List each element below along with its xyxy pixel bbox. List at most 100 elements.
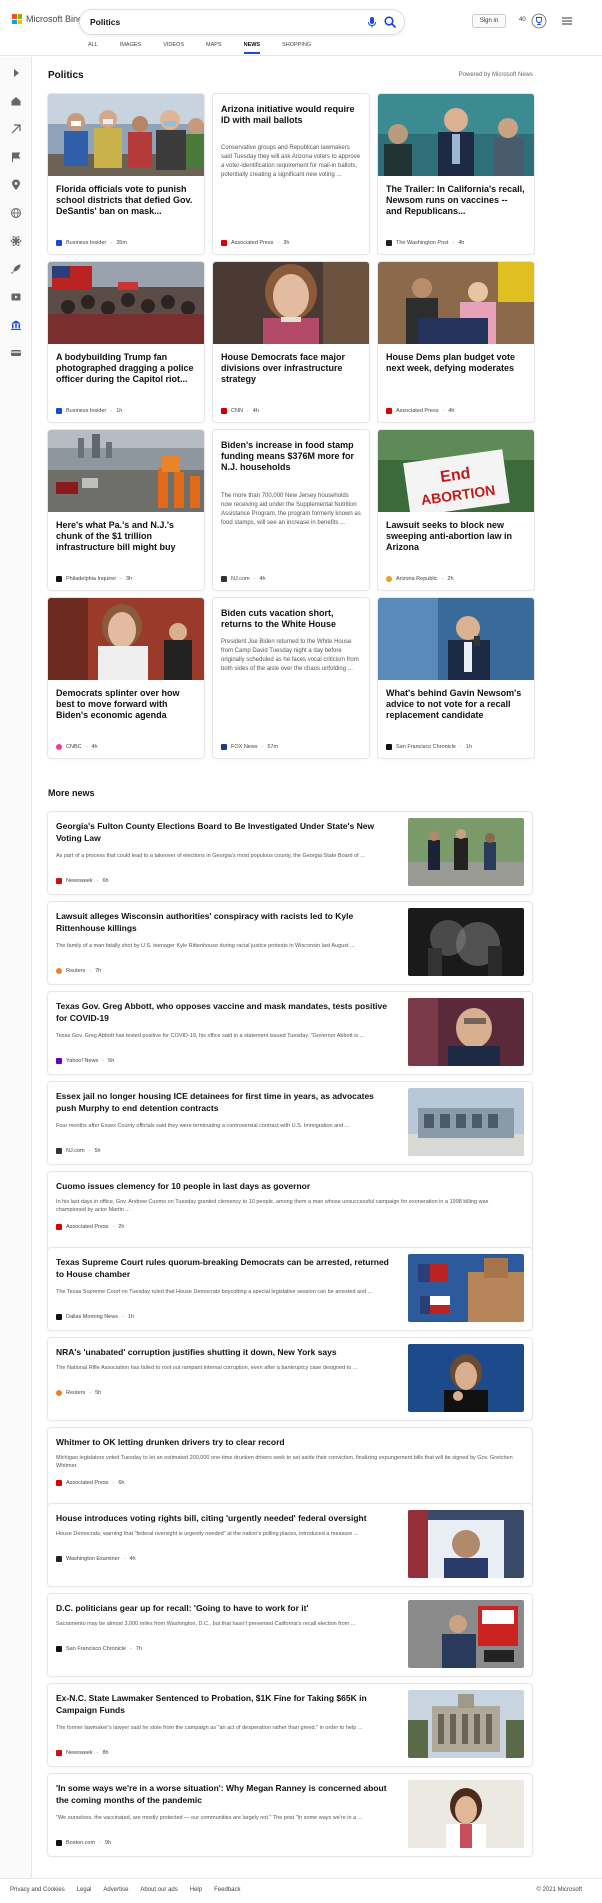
footer-link-advertise[interactable]: Advertise bbox=[103, 1887, 128, 1893]
card-title[interactable]: A bodybuilding Trump fan photographed dr… bbox=[56, 352, 196, 385]
source-time: 1h bbox=[127, 1314, 134, 1320]
news-headline[interactable]: Texas Supreme Court rules quorum-breakin… bbox=[56, 1256, 396, 1280]
tab-all[interactable]: ALL bbox=[88, 42, 98, 56]
card-title[interactable]: Biden cuts vacation short, returns to th… bbox=[221, 608, 361, 630]
card-title[interactable]: Arizona initiative would require ID with… bbox=[221, 104, 361, 126]
expand-arrow-icon[interactable] bbox=[10, 67, 22, 79]
source-time: 3h bbox=[126, 576, 133, 582]
rocket-icon[interactable] bbox=[10, 263, 22, 275]
source-time: 4h bbox=[448, 408, 455, 414]
news-list-item[interactable]: Texas Supreme Court rules quorum-breakin… bbox=[48, 1248, 532, 1330]
news-card[interactable]: Here's what Pa.'s and N.J.'s chunk of th… bbox=[48, 430, 204, 590]
source-logo-icon bbox=[221, 408, 227, 414]
news-card[interactable]: Democrats splinter over how best to move… bbox=[48, 598, 204, 758]
location-pin-icon[interactable] bbox=[10, 179, 22, 191]
source-logo-icon bbox=[56, 1390, 62, 1396]
news-headline[interactable]: 'In some ways we're in a worse situation… bbox=[56, 1782, 396, 1806]
news-list-item[interactable]: Lawsuit alleges Wisconsin authorities' c… bbox=[48, 902, 532, 984]
trending-icon[interactable] bbox=[10, 123, 22, 135]
flag-icon[interactable] bbox=[10, 151, 22, 163]
hamburger-menu-icon[interactable] bbox=[560, 14, 574, 28]
card-title[interactable]: Here's what Pa.'s and N.J.'s chunk of th… bbox=[56, 520, 196, 553]
powered-by-label[interactable]: Powered by Microsoft News bbox=[459, 72, 533, 78]
footer-link-legal[interactable]: Legal bbox=[77, 1887, 92, 1893]
news-headline[interactable]: Cuomo issues clemency for 10 people in l… bbox=[56, 1180, 516, 1192]
card-source: Associated Press · 4h bbox=[386, 408, 454, 414]
news-card[interactable]: A bodybuilding Trump fan photographed dr… bbox=[48, 262, 204, 422]
news-list-item[interactable]: D.C. politicians gear up for recall: 'Go… bbox=[48, 1594, 532, 1676]
news-card[interactable]: Biden cuts vacation short, returns to th… bbox=[213, 598, 369, 758]
source-logo-icon bbox=[56, 744, 62, 750]
tab-news[interactable]: NEWS bbox=[243, 42, 260, 56]
politics-building-icon[interactable] bbox=[10, 319, 22, 331]
rewards-trophy-icon[interactable] bbox=[531, 13, 547, 29]
footer-link-about-ads[interactable]: About our ads bbox=[140, 1887, 177, 1893]
news-headline[interactable]: D.C. politicians gear up for recall: 'Go… bbox=[56, 1602, 396, 1614]
globe-icon[interactable] bbox=[10, 207, 22, 219]
news-headline[interactable]: Texas Gov. Greg Abbott, who opposes vacc… bbox=[56, 1000, 396, 1024]
news-list-item[interactable]: Essex jail no longer housing ICE detaine… bbox=[48, 1082, 532, 1164]
news-card[interactable]: Biden's increase in food stamp funding m… bbox=[213, 430, 369, 590]
microsoft-logo-icon bbox=[12, 14, 22, 24]
news-headline[interactable]: NRA's 'unabated' corruption justifies sh… bbox=[56, 1346, 396, 1358]
news-card[interactable]: What's behind Gavin Newsom's advice to n… bbox=[378, 598, 534, 758]
news-headline[interactable]: House introduces voting rights bill, cit… bbox=[56, 1512, 396, 1524]
news-list-item[interactable]: Ex-N.C. State Lawmaker Sentenced to Prob… bbox=[48, 1684, 532, 1766]
money-icon[interactable] bbox=[10, 347, 22, 359]
card-title[interactable]: The Trailer: In California's recall, New… bbox=[386, 184, 526, 217]
sign-in-button[interactable]: Sign in bbox=[472, 14, 506, 28]
entertainment-icon[interactable] bbox=[10, 291, 22, 303]
news-image-masked-students bbox=[48, 94, 204, 176]
news-card[interactable]: The Trailer: In California's recall, New… bbox=[378, 94, 534, 254]
news-headline[interactable]: Ex-N.C. State Lawmaker Sentenced to Prob… bbox=[56, 1692, 396, 1716]
news-card[interactable]: House Democrats face major divisions ove… bbox=[213, 262, 369, 422]
footer-link-privacy[interactable]: Privacy and Cookies bbox=[10, 1887, 65, 1893]
news-list-item[interactable]: NRA's 'unabated' corruption justifies sh… bbox=[48, 1338, 532, 1420]
search-input[interactable] bbox=[90, 15, 330, 29]
card-source: Business Insider · 1h bbox=[56, 408, 122, 414]
microphone-icon[interactable] bbox=[365, 15, 379, 29]
news-headline[interactable]: Georgia's Fulton County Elections Board … bbox=[56, 820, 396, 844]
tab-maps[interactable]: MAPS bbox=[206, 42, 222, 56]
news-headline[interactable]: Lawsuit alleges Wisconsin authorities' c… bbox=[56, 910, 396, 934]
news-list-item[interactable]: Cuomo issues clemency for 10 people in l… bbox=[48, 1172, 532, 1254]
source-time: 9h bbox=[104, 1840, 112, 1846]
card-title[interactable]: House Democrats face major divisions ove… bbox=[221, 352, 361, 385]
news-summary: Texas Gov. Greg Abbott has tested positi… bbox=[56, 1033, 365, 1039]
science-icon[interactable] bbox=[10, 235, 22, 247]
news-list-item[interactable]: Georgia's Fulton County Elections Board … bbox=[48, 812, 532, 894]
search-icon[interactable] bbox=[383, 15, 397, 29]
news-card[interactable]: House Dems plan budget vote next week, d… bbox=[378, 262, 534, 422]
tab-images[interactable]: IMAGES bbox=[120, 42, 141, 56]
news-card[interactable]: Florida officials vote to punish school … bbox=[48, 94, 204, 254]
source-logo-icon bbox=[386, 408, 392, 414]
tab-shopping[interactable]: SHOPPING bbox=[282, 42, 311, 56]
card-title[interactable]: Florida officials vote to punish school … bbox=[56, 184, 196, 217]
news-list-item[interactable]: 'In some ways we're in a worse situation… bbox=[48, 1774, 532, 1856]
footer-link-feedback[interactable]: Feedback bbox=[214, 1887, 240, 1893]
card-title[interactable]: Biden's increase in food stamp funding m… bbox=[221, 440, 361, 473]
card-title[interactable]: Lawsuit seeks to block new sweeping anti… bbox=[386, 520, 526, 553]
news-list-item[interactable]: Texas Gov. Greg Abbott, who opposes vacc… bbox=[48, 992, 532, 1074]
rewards-count[interactable]: 40 bbox=[519, 17, 526, 23]
search-box[interactable] bbox=[80, 10, 404, 34]
card-title[interactable]: Democrats splinter over how best to move… bbox=[56, 688, 196, 721]
news-summary: The former lawmaker's lawyer said he sto… bbox=[56, 1725, 363, 1731]
news-headline[interactable]: Whitmer to OK letting drunken drivers tr… bbox=[56, 1436, 516, 1448]
news-source: Boston.com · 9h bbox=[56, 1840, 111, 1846]
news-card[interactable]: Arizona initiative would require ID with… bbox=[213, 94, 369, 254]
card-title[interactable]: House Dems plan budget vote next week, d… bbox=[386, 352, 526, 374]
footer-link-help[interactable]: Help bbox=[190, 1887, 202, 1893]
news-list-item[interactable]: House introduces voting rights bill, cit… bbox=[48, 1504, 532, 1586]
news-list-item[interactable]: Whitmer to OK letting drunken drivers tr… bbox=[48, 1428, 532, 1510]
tab-videos[interactable]: VIDEOS bbox=[163, 42, 184, 56]
news-image-pelosi bbox=[213, 262, 369, 344]
news-thumbnail bbox=[408, 1510, 524, 1578]
source-logo-icon bbox=[56, 1556, 62, 1562]
news-card[interactable]: End ABORTION Lawsuit seeks to block new … bbox=[378, 430, 534, 590]
news-image-newsom-speaking bbox=[378, 598, 534, 680]
news-headline[interactable]: Essex jail no longer housing ICE detaine… bbox=[56, 1090, 396, 1114]
bing-logo[interactable]: Microsoft Bing bbox=[12, 14, 83, 24]
card-title[interactable]: What's behind Gavin Newsom's advice to n… bbox=[386, 688, 526, 721]
home-icon[interactable] bbox=[10, 95, 22, 107]
